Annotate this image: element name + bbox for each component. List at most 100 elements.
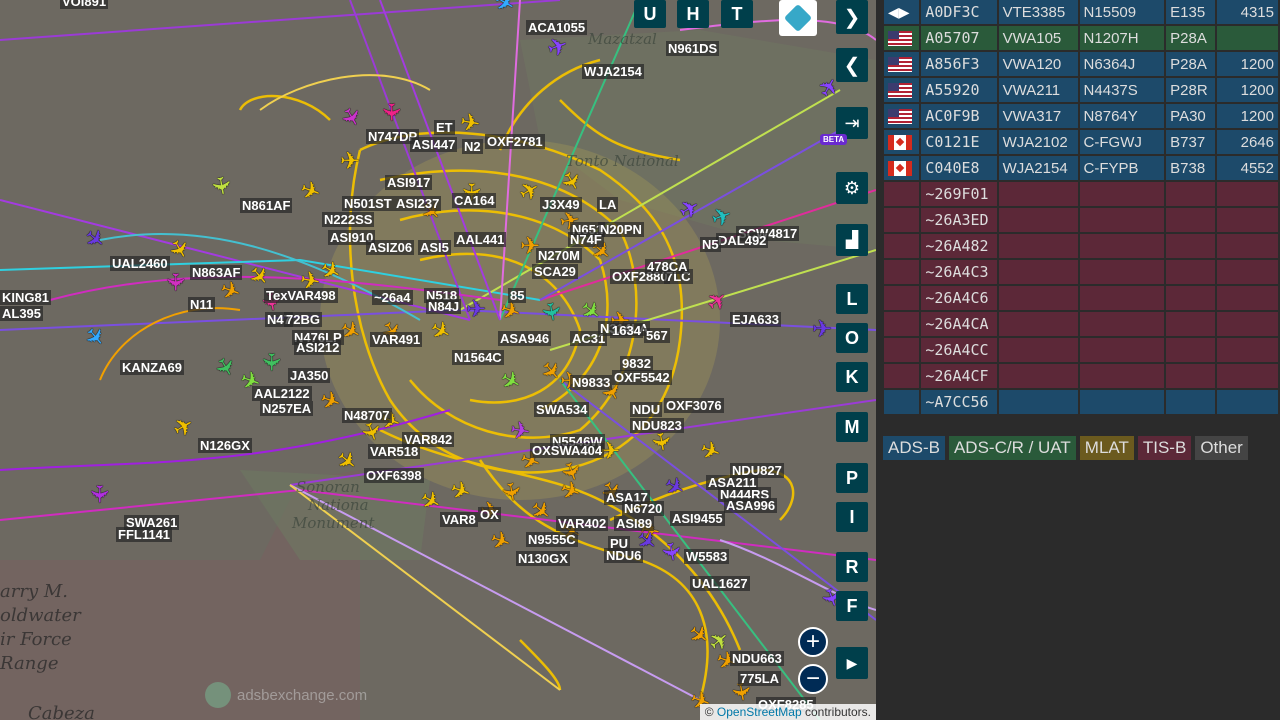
aircraft-label[interactable]: WJA2154 (582, 64, 644, 79)
prev-button[interactable]: ❮ (836, 48, 868, 82)
aircraft-icon[interactable]: ✈ (161, 272, 188, 292)
aircraft-label[interactable]: N126GX (198, 438, 252, 453)
aircraft-label[interactable]: N257EA (260, 401, 314, 416)
aircraft-label[interactable]: ASA996 (724, 498, 778, 513)
aircraft-row[interactable]: A05707 VWA105 N1207H P28A (884, 26, 1278, 50)
p-button[interactable]: P (836, 463, 868, 493)
aircraft-label[interactable]: ET (434, 120, 455, 135)
aircraft-icon[interactable]: ✈ (257, 352, 284, 372)
aircraft-label[interactable]: FFL1141 (116, 527, 173, 542)
aircraft-label[interactable]: N130GX (516, 551, 570, 566)
aircraft-label[interactable]: 775LA (738, 671, 782, 686)
legend-tisb[interactable]: TIS-B (1137, 436, 1192, 460)
aircraft-label[interactable]: OXF2781 (485, 134, 545, 149)
aircraft-label[interactable]: N6720 (622, 501, 665, 516)
aircraft-label[interactable]: N1564C (452, 350, 504, 365)
aircraft-label[interactable]: N84J (426, 299, 462, 314)
tracks-button[interactable]: ▟ (836, 224, 868, 256)
aircraft-icon[interactable]: ✈ (466, 298, 486, 322)
aircraft-label[interactable]: N48707 (342, 408, 392, 423)
aircraft-label[interactable]: N863AF (190, 265, 243, 280)
aircraft-row[interactable]: ~26A4CA (884, 312, 1278, 336)
aircraft-label[interactable]: NDU823 (630, 418, 684, 433)
t-button[interactable]: T (721, 0, 753, 28)
aircraft-label[interactable]: 567 (644, 328, 670, 343)
legend-other[interactable]: Other (1195, 436, 1248, 460)
aircraft-icon[interactable]: ✈ (646, 430, 676, 454)
aircraft-label[interactable]: ASI212 (294, 340, 342, 355)
aircraft-label[interactable]: NDU6 (604, 548, 644, 563)
aircraft-label[interactable]: N5 (700, 237, 721, 252)
aircraft-label[interactable]: VAR491 (370, 332, 423, 347)
aircraft-label[interactable]: AAL2122 (252, 386, 312, 401)
aircraft-row[interactable]: A856F3 VWA120 N6364J P28A 1200 (884, 52, 1278, 76)
h-button[interactable]: H (677, 0, 709, 28)
aircraft-label[interactable]: N861AF (240, 198, 293, 213)
k-button[interactable]: K (836, 362, 868, 392)
aircraft-icon[interactable]: ✈ (656, 540, 686, 564)
aircraft-label[interactable]: ASI89 (614, 516, 655, 531)
map-view[interactable]: Mazatzal Tonto National Sonoran Nationa … (0, 0, 876, 720)
aircraft-icon[interactable]: ✈ (496, 480, 526, 504)
aircraft-label[interactable]: ASA946 (498, 331, 552, 346)
aircraft-label[interactable]: LA (597, 197, 619, 212)
aircraft-icon[interactable]: ✈ (85, 484, 112, 504)
aircraft-label[interactable]: 478CA (645, 259, 690, 274)
r-button[interactable]: R (836, 552, 868, 582)
aircraft-label[interactable]: N961DS (666, 41, 720, 56)
aircraft-row[interactable]: A55920 VWA211 N4437S P28R 1200 (884, 78, 1278, 102)
aircraft-label[interactable]: AL395 (0, 306, 44, 321)
aircraft-label[interactable]: 1634 (610, 323, 643, 338)
aircraft-label[interactable]: OXF5542 (612, 370, 672, 385)
aircraft-label[interactable]: N9555C (526, 532, 578, 547)
aircraft-label[interactable]: N74F (568, 232, 604, 247)
aircraft-label[interactable]: OXF3076 (664, 398, 724, 413)
next-button[interactable]: ❯ (836, 0, 868, 34)
aircraft-label[interactable]: KING81 (0, 290, 51, 305)
aircraft-label[interactable]: NDU (630, 402, 663, 417)
aircraft-row[interactable]: AC0F9B VWA317 N8764Y PA30 1200 (884, 104, 1278, 128)
aircraft-label[interactable]: N501ST (342, 196, 394, 211)
aircraft-row[interactable]: ~26A3ED (884, 208, 1278, 232)
aircraft-label[interactable]: UAL2460 (110, 256, 170, 271)
aircraft-label[interactable]: W5583 (684, 549, 730, 564)
aircraft-label[interactable]: VAR518 (368, 444, 421, 459)
aircraft-label[interactable]: UAL1627 (690, 576, 750, 591)
aircraft-row[interactable]: ~26A482 (884, 234, 1278, 258)
aircraft-label[interactable]: N20PN (598, 222, 644, 237)
m-button[interactable]: M (836, 412, 868, 442)
aircraft-icon[interactable]: ✈ (377, 102, 404, 122)
aircraft-label[interactable]: OXSWA404 (530, 443, 605, 458)
aircraft-row[interactable]: ~26A4C3 (884, 260, 1278, 284)
aircraft-label[interactable]: JA350 (288, 368, 331, 383)
aircraft-label[interactable]: 9832 (620, 356, 653, 371)
aircraft-label[interactable]: EJA633 (730, 312, 781, 327)
aircraft-label[interactable]: J3X49 (540, 197, 582, 212)
aircraft-label[interactable]: ACA1055 (526, 20, 588, 35)
aircraft-row[interactable]: ~26A4CC (884, 338, 1278, 362)
aircraft-label[interactable]: ASI917 (385, 175, 433, 190)
aircraft-label[interactable]: N2 (462, 139, 483, 154)
aircraft-label[interactable]: N11 (188, 297, 216, 312)
i-button[interactable]: I (836, 502, 868, 532)
aircraft-label[interactable]: AAL441 (454, 232, 507, 247)
aircraft-label[interactable]: ASI9455 (670, 511, 725, 526)
aircraft-label[interactable]: VAR402 (556, 516, 609, 531)
aircraft-row[interactable]: C040E8 WJA2154 C-FYPB B738 4552 (884, 156, 1278, 180)
aircraft-label[interactable]: ~26a4 (372, 290, 413, 305)
aircraft-label[interactable]: ASIZ06 (366, 240, 415, 255)
replay-button[interactable]: ▶ (836, 647, 868, 679)
aircraft-icon[interactable]: ✈ (812, 318, 832, 342)
aircraft-icon[interactable]: ✈ (508, 416, 532, 446)
aircraft-label[interactable]: TexVAR498 (264, 288, 338, 303)
aircraft-row[interactable]: ~26A4C6 (884, 286, 1278, 310)
aircraft-label[interactable]: OX (478, 507, 501, 522)
aircraft-icon[interactable]: ✈ (340, 150, 360, 174)
legend-uat[interactable]: ADS-C/R / UAT (948, 436, 1076, 460)
aircraft-row[interactable]: ◀▶ A0DF3C VTE3385 N15509 E135 4315 (884, 0, 1278, 24)
aircraft-label[interactable]: VOI891 (60, 0, 109, 9)
aircraft-label[interactable]: N222SS (322, 212, 375, 227)
aircraft-label[interactable]: OXF6398 (364, 468, 424, 483)
aircraft-label[interactable]: SWA534 (534, 402, 590, 417)
zoom-in-button[interactable]: + (798, 627, 828, 657)
